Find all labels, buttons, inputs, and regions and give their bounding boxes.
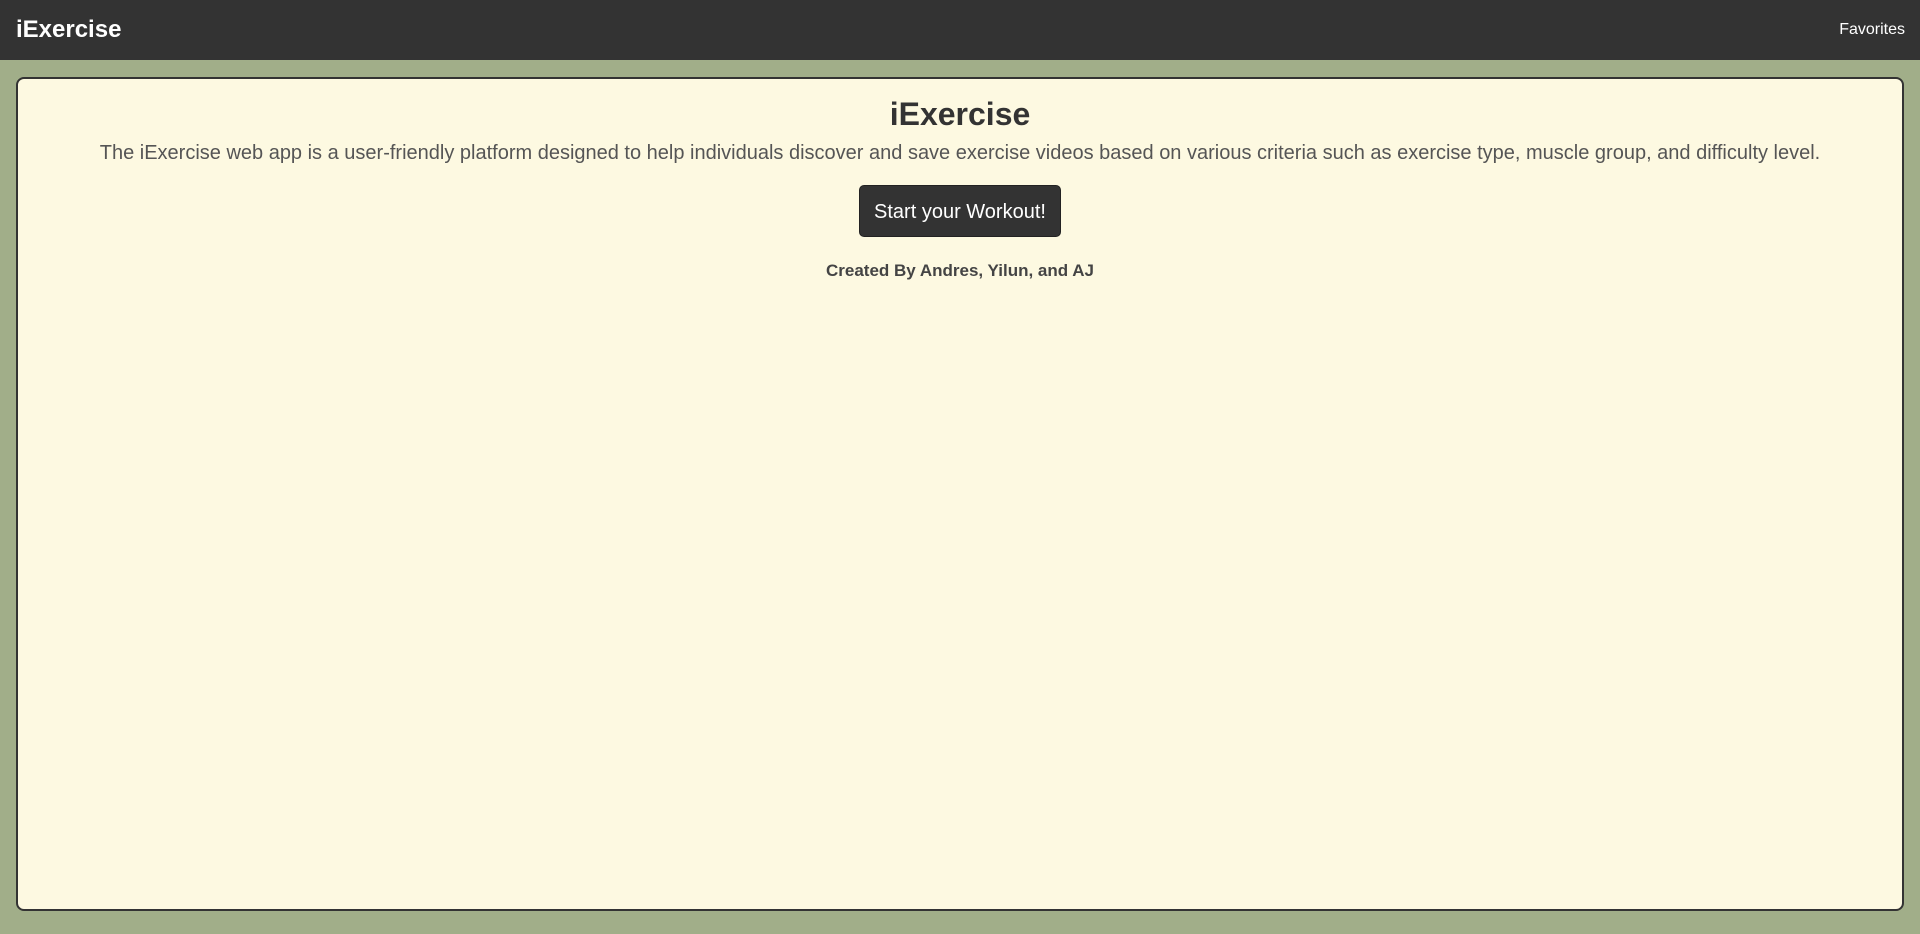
- start-workout-button[interactable]: Start your Workout!: [859, 185, 1061, 237]
- intro-card: iExercise The iExercise web app is a use…: [16, 77, 1904, 911]
- brand-link[interactable]: iExercise: [16, 16, 121, 44]
- page-title: iExercise: [889, 96, 1031, 132]
- nav-link-favorites[interactable]: Favorites: [1839, 21, 1905, 39]
- credits-text: Created By Andres, Yilun, and AJ: [826, 261, 1094, 280]
- top-navbar: iExercise Favorites: [0, 0, 1920, 60]
- app-description: The iExercise web app is a user-friendly…: [99, 142, 1821, 164]
